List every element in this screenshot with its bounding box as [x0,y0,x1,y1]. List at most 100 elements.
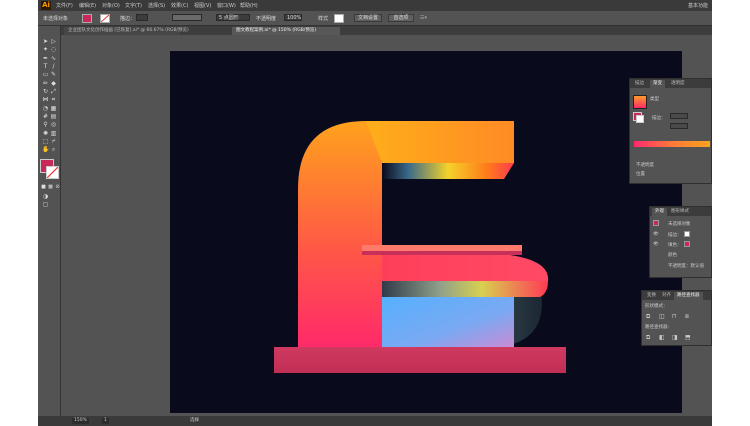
tab-doc-2[interactable]: 图文教程案例.ai* @ 150% (RGB/预览) [232,27,340,35]
hand-tool-icon[interactable]: ✋ [42,146,49,153]
rotate-tool-icon[interactable]: ↻ [42,88,49,95]
mini-stroke-swatch[interactable] [636,115,644,123]
mesh-tool-icon[interactable]: # [42,113,49,120]
tab-graphic-styles[interactable]: 图形样式 [668,208,692,216]
preferences-button[interactable]: 首选项 [388,14,414,22]
pathfinder-panel-header: 变换 对齐 路径查找器 [642,291,711,300]
gradient-tool-icon[interactable]: ▤ [50,113,57,120]
divide-icon[interactable]: ⧉ [646,334,650,342]
fill-stroke-swatches[interactable] [40,159,59,179]
zoom-field[interactable]: 150% [72,418,89,424]
exclude-icon[interactable]: ⧈ [685,313,689,321]
gradient-aspect-field[interactable] [670,123,688,129]
tab-pathfinder[interactable]: 路径查找器 [674,292,703,300]
direct-selection-tool-icon[interactable]: ▷ [50,38,57,45]
gradient-thumbnail[interactable] [633,95,647,109]
gradient-slider[interactable] [634,141,710,147]
menu-edit[interactable]: 编辑(E) [79,2,96,9]
minus-front-icon[interactable]: ◫ [659,313,665,320]
appearance-opacity-label: 不透明度：默认值 [668,264,704,269]
menu-object[interactable]: 对象(O) [102,2,120,9]
opacity-label: 不透明度 [256,16,277,22]
menu-type[interactable]: 文字(T) [125,2,142,9]
gradient-mode-icon[interactable]: ▩ [47,184,54,191]
stroke-swatch[interactable] [100,14,110,23]
brush-definition[interactable]: 5 点圆形 [216,14,250,21]
menu-help[interactable]: 帮助(H) [240,2,258,9]
eye-icon-stroke[interactable]: 👁 [653,232,659,237]
screen-mode-icon[interactable]: ▢ [42,201,49,208]
graphic-style-swatch[interactable] [334,14,344,23]
menu-select[interactable]: 选择(S) [148,2,165,9]
trim-icon[interactable]: ◧ [659,334,665,341]
gradient-opacity-label: 不透明度 [636,163,654,168]
menu-window[interactable]: 窗口(W) [217,2,236,9]
gradient-panel: 描边 渐变 透明度 类型 描边： 不透明度 位置 [629,78,712,184]
tab-stroke[interactable]: 描边 [632,80,647,88]
opacity-field[interactable]: 100% [284,14,302,21]
gradient-type-label: 类型 [650,97,659,102]
shape-builder-tool-icon[interactable]: ◔ [42,105,49,112]
unite-icon[interactable]: ⧉ [646,313,650,321]
canvas-area[interactable] [61,35,712,416]
eyedropper-tool-icon[interactable]: ⚲ [42,121,49,128]
appearance-stroke-label: 描边： [668,233,682,238]
stroke-weight-field[interactable] [136,14,148,21]
pencil-tool-icon[interactable]: ✏ [42,80,49,87]
graph-tool-icon[interactable]: ▥ [50,130,57,137]
status-bar: 150% 1 选择 [38,416,712,426]
zoom-tool-icon[interactable]: ⌕ [50,146,57,153]
letter-top-arm [366,121,514,163]
document-tabs: 企业团队文化创作插画 [已恢复].ai* @ 66.67% (RGB/预览) 图… [60,26,712,35]
tab-appearance[interactable]: 外观 [652,208,667,216]
tab-transform[interactable]: 变换 [644,292,659,300]
tab-align[interactable]: 对齐 [659,292,674,300]
paintbrush-tool-icon[interactable]: ✎ [50,71,57,78]
free-transform-tool-icon[interactable]: ⌗ [50,96,57,103]
symbol-sprayer-tool-icon[interactable]: ✺ [42,130,49,137]
stroke-color-swatch[interactable] [46,166,59,179]
slice-tool-icon[interactable]: ⌿ [50,138,57,145]
appearance-stroke-swatch[interactable] [684,231,690,237]
appearance-color-label: 颜色 [668,253,677,258]
lasso-tool-icon[interactable]: ◌ [50,46,57,53]
artboard-tool-icon[interactable]: ⬚ [42,138,49,145]
none-mode-icon[interactable]: ⊘ [54,184,61,191]
pen-tool-icon[interactable]: ✒ [42,55,49,62]
artboard-nav-field[interactable]: 1 [102,418,109,424]
perspective-grid-tool-icon[interactable]: ▦ [50,105,57,112]
selection-tool-icon[interactable]: ➤ [42,38,49,45]
merge-icon[interactable]: ◨ [672,334,678,341]
arrange-icon[interactable]: ☰▾ [420,15,427,21]
magic-wand-icon[interactable]: ✦ [42,46,49,53]
menu-file[interactable]: 文件(F) [56,2,73,9]
eraser-tool-icon[interactable]: ◆ [50,80,57,87]
workspace-switcher[interactable]: 基本功能 [688,2,708,9]
fill-stroke-mini[interactable] [633,112,644,123]
eye-icon-fill[interactable]: 👁 [653,242,659,247]
fill-swatch[interactable] [82,14,92,23]
type-tool-icon[interactable]: T [42,63,49,70]
menu-effect[interactable]: 效果(C) [171,2,188,9]
inner-blue-block [382,297,514,347]
blend-tool-icon[interactable]: ◎ [50,121,57,128]
tab-transparency[interactable]: 透明度 [668,80,688,88]
artboard[interactable] [170,51,682,413]
color-mode-icon[interactable]: ■ [40,184,47,191]
crop-icon[interactable]: ⬒ [685,334,691,341]
width-tool-icon[interactable]: ⋈ [42,96,49,103]
scale-tool-icon[interactable]: ⤢ [50,88,57,95]
tools-panel: ➤ ▷ ✦ ◌ ✒ ∿ T / ▭ ✎ ✏ ◆ ↻ ⤢ ⋈ ⌗ ◔ ▦ # ▤ … [38,26,61,416]
line-tool-icon[interactable]: / [50,63,57,70]
tab-gradient[interactable]: 渐变 [650,80,665,88]
draw-mode-icon[interactable]: ◑ [42,193,49,200]
gradient-angle-field[interactable] [670,113,688,119]
variable-width-profile[interactable] [172,14,202,21]
rectangle-tool-icon[interactable]: ▭ [42,71,49,78]
intersect-icon[interactable]: ⊓ [672,313,677,320]
tab-doc-1[interactable]: 企业团队文化创作插画 [已恢复].ai* @ 66.67% (RGB/预览) [64,27,189,35]
curvature-tool-icon[interactable]: ∿ [50,55,57,62]
appearance-fill-swatch[interactable] [684,241,690,247]
menu-view[interactable]: 视图(V) [194,2,211,9]
document-setup-button[interactable]: 文档设置 [354,14,382,22]
